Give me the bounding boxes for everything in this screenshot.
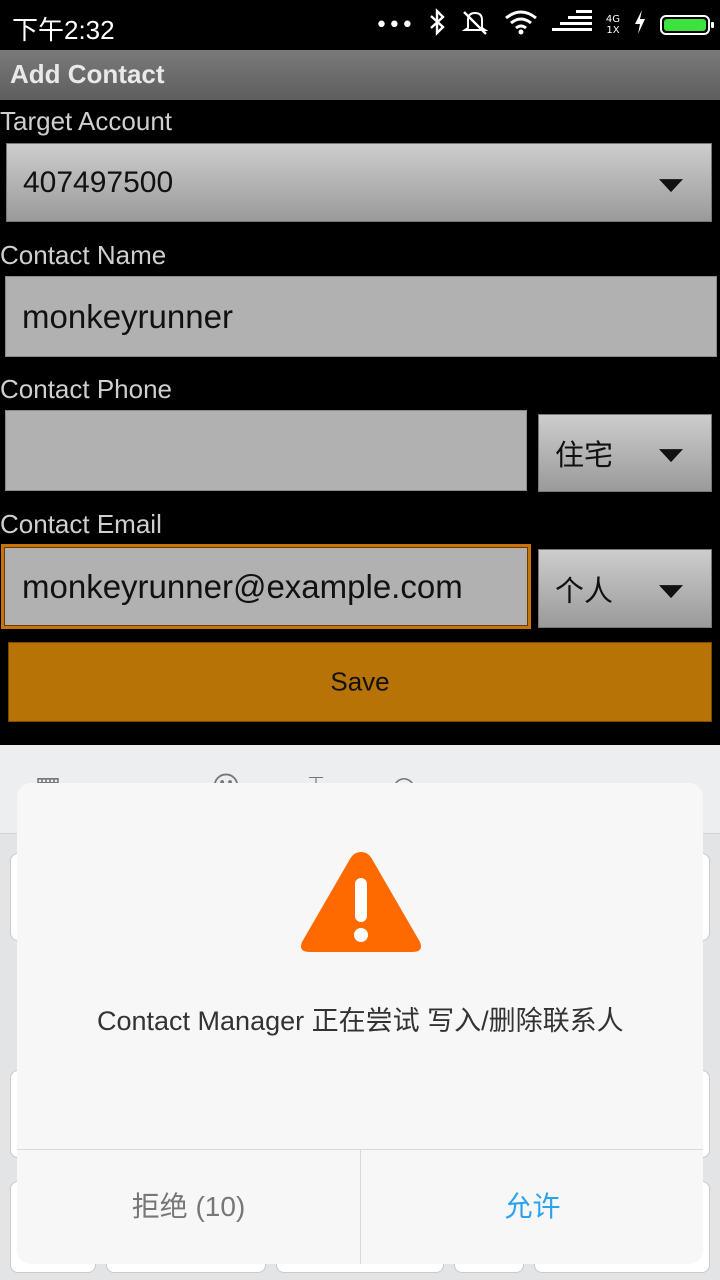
more-dots-icon: ••• xyxy=(374,12,414,38)
charging-icon xyxy=(634,10,646,40)
permission-dialog: Contact Manager 正在尝试 写入/删除联系人 拒绝 (10) 允许 xyxy=(17,783,703,1264)
target-account-value: 407497500 xyxy=(23,165,174,199)
battery-icon xyxy=(660,15,714,35)
save-button-label: Save xyxy=(330,666,390,697)
page-title: Add Contact xyxy=(10,59,165,89)
email-type-spinner[interactable]: 个人 xyxy=(538,549,712,628)
status-bar: 下午2:32 ••• 4G 1X xyxy=(0,0,720,50)
dropdown-arrow-icon xyxy=(659,584,683,598)
mute-icon xyxy=(460,8,490,42)
deny-button[interactable]: 拒绝 (10) xyxy=(17,1150,360,1264)
save-button[interactable]: Save xyxy=(8,642,712,722)
phone-type-spinner[interactable]: 住宅 xyxy=(538,414,712,492)
network-type: 4G 1X xyxy=(605,14,620,36)
email-type-value: 个人 xyxy=(555,575,614,608)
target-account-label: Target Account xyxy=(0,106,172,136)
contact-phone-label: Contact Phone xyxy=(0,374,173,404)
status-time: 下午2:32 xyxy=(12,15,115,45)
signal-icon xyxy=(551,10,592,40)
contact-name-input[interactable]: monkeyrunner xyxy=(5,276,717,357)
bluetooth-icon xyxy=(428,8,446,42)
contact-phone-input[interactable] xyxy=(5,410,527,491)
phone-type-value: 住宅 xyxy=(555,440,614,472)
contact-email-label: Contact Email xyxy=(0,509,162,539)
dropdown-arrow-icon xyxy=(659,449,683,463)
contact-name-value: monkeyrunner xyxy=(22,297,233,335)
title-bar: Add Contact xyxy=(0,50,720,100)
wifi-icon xyxy=(504,9,538,41)
dropdown-arrow-icon xyxy=(659,178,683,192)
contact-name-label: Contact Name xyxy=(0,240,167,270)
contact-email-input[interactable]: monkeyrunner@example.com xyxy=(1,544,531,629)
warning-icon xyxy=(301,852,421,952)
permission-message: Contact Manager 正在尝试 写入/删除联系人 xyxy=(97,1006,624,1036)
contact-email-value: monkeyrunner@example.com xyxy=(22,567,463,605)
target-account-spinner[interactable]: 407497500 xyxy=(6,143,712,222)
allow-button[interactable]: 允许 xyxy=(361,1150,703,1264)
status-icons: ••• 4G 1X xyxy=(374,8,714,42)
